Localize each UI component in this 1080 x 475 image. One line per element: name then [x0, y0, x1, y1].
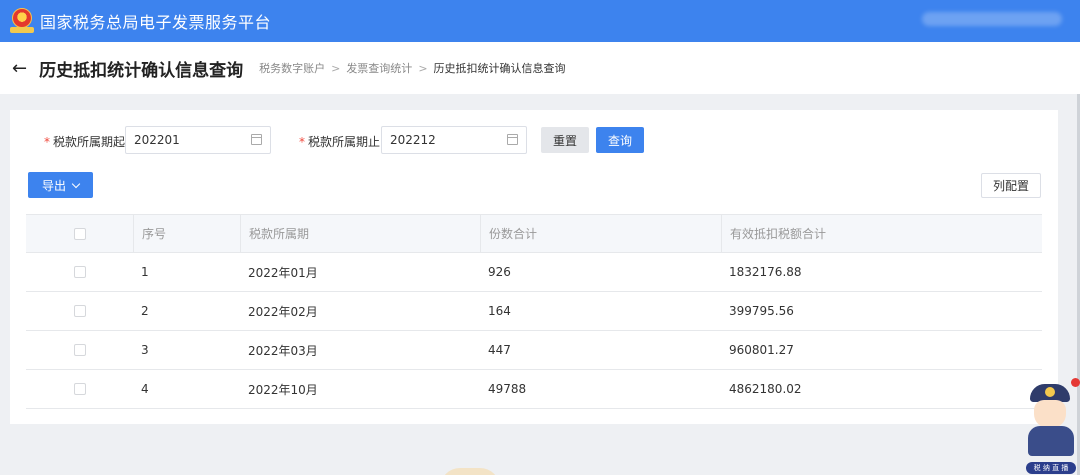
required-mark: *	[44, 135, 50, 149]
query-button[interactable]: 查询	[596, 127, 644, 153]
cell-period: 2022年01月	[248, 265, 318, 280]
header-count: 份数合计	[480, 215, 721, 252]
end-period-value: 202212	[390, 133, 436, 147]
decorative-arc	[440, 468, 500, 475]
cell-count: 49788	[488, 382, 527, 396]
breadcrumb: 税务数字账户 > 发票查询统计 > 历史抵扣统计确认信息查询	[259, 60, 565, 76]
calendar-icon[interactable]	[251, 134, 262, 145]
cell-tax: 960801.27	[729, 343, 794, 357]
breadcrumb-item-invoice-query[interactable]: 发票查询统计	[346, 60, 412, 76]
notification-badge	[1071, 378, 1080, 387]
header-period: 税款所属期	[240, 215, 480, 252]
page-title: 历史抵扣统计确认信息查询	[39, 60, 244, 81]
mascot-body	[1028, 426, 1074, 456]
table-row[interactable]: 3 2022年03月 447 960801.27	[26, 331, 1042, 370]
breadcrumb-item-current: 历史抵扣统计确认信息查询	[433, 62, 566, 75]
reset-button[interactable]: 重置	[541, 127, 589, 153]
cell-count: 447	[488, 343, 511, 357]
main-panel: * 税款所属期起 202201 * 税款所属期止 202212 重置 查询 导出 列…	[10, 110, 1058, 424]
row-checkbox-cell	[26, 292, 133, 330]
data-table: 序号 税款所属期 份数合计 有效抵扣税额合计 1 2022年01月 926 18…	[26, 214, 1042, 409]
required-mark: *	[299, 135, 305, 149]
header-no: 序号	[133, 215, 240, 252]
assistant-mascot-icon[interactable]: 税 纳 直 播	[1022, 378, 1080, 475]
row-checkbox[interactable]	[73, 383, 86, 395]
end-period-input[interactable]: 202212	[381, 126, 527, 154]
start-period-value: 202201	[134, 133, 180, 147]
breadcrumb-separator: >	[331, 61, 341, 75]
start-period-input[interactable]: 202201	[125, 126, 271, 154]
table-header-row: 序号 税款所属期 份数合计 有效抵扣税额合计	[26, 214, 1042, 253]
table-row[interactable]: 4 2022年10月 49788 4862180.02	[26, 370, 1042, 409]
cell-count: 164	[488, 304, 511, 318]
cell-no: 2	[141, 304, 149, 318]
calendar-icon[interactable]	[507, 134, 518, 145]
row-checkbox-cell	[26, 331, 133, 369]
filter-form: * 税款所属期起 202201 * 税款所属期止 202212 重置 查询	[10, 126, 1058, 154]
header-tax: 有效抵扣税额合计	[721, 215, 1042, 252]
cell-no: 1	[141, 265, 149, 279]
mascot-hat-emblem	[1045, 387, 1055, 397]
user-info[interactable]	[922, 12, 1062, 26]
tax-emblem-icon	[10, 8, 34, 34]
platform-title: 国家税务总局电子发票服务平台	[40, 13, 272, 32]
cell-count: 926	[488, 265, 511, 279]
top-navigation-bar: 国家税务总局电子发票服务平台	[0, 0, 1080, 42]
end-period-label-text: 税款所属期止	[308, 135, 381, 149]
row-checkbox[interactable]	[73, 344, 86, 356]
chevron-down-icon	[71, 179, 81, 188]
cell-period: 2022年03月	[248, 343, 318, 358]
select-all-checkbox[interactable]	[73, 227, 86, 240]
cell-no: 4	[141, 382, 149, 396]
breadcrumb-item-account[interactable]: 税务数字账户	[259, 60, 325, 76]
row-checkbox[interactable]	[73, 266, 86, 278]
column-config-button[interactable]: 列配置	[981, 173, 1041, 198]
end-period-label: * 税款所属期止	[299, 133, 380, 150]
breadcrumb-separator: >	[418, 61, 428, 75]
export-label: 导出	[41, 178, 66, 193]
export-dropdown-button[interactable]: 导出	[28, 172, 93, 198]
cell-tax: 399795.56	[729, 304, 794, 318]
cell-tax: 1832176.88	[729, 265, 802, 279]
start-period-label: * 税款所属期起	[44, 133, 125, 150]
cell-period: 2022年02月	[248, 304, 318, 319]
row-checkbox[interactable]	[73, 305, 86, 317]
cell-no: 3	[141, 343, 149, 357]
start-period-label-text: 税款所属期起	[53, 135, 126, 149]
cell-tax: 4862180.02	[729, 382, 802, 396]
back-arrow-icon[interactable]: ←	[12, 58, 27, 79]
cell-period: 2022年10月	[248, 382, 318, 397]
mascot-face	[1034, 400, 1066, 428]
table-row[interactable]: 2 2022年02月 164 399795.56	[26, 292, 1042, 331]
row-checkbox-cell	[26, 253, 133, 291]
header-checkbox-cell	[26, 215, 133, 252]
table-row[interactable]: 1 2022年01月 926 1832176.88	[26, 253, 1042, 292]
row-checkbox-cell	[26, 370, 133, 408]
page-header: ← 历史抵扣统计确认信息查询 税务数字账户 > 发票查询统计 > 历史抵扣统计确…	[0, 42, 1080, 94]
mascot-label: 税 纳 直 播	[1026, 462, 1076, 474]
